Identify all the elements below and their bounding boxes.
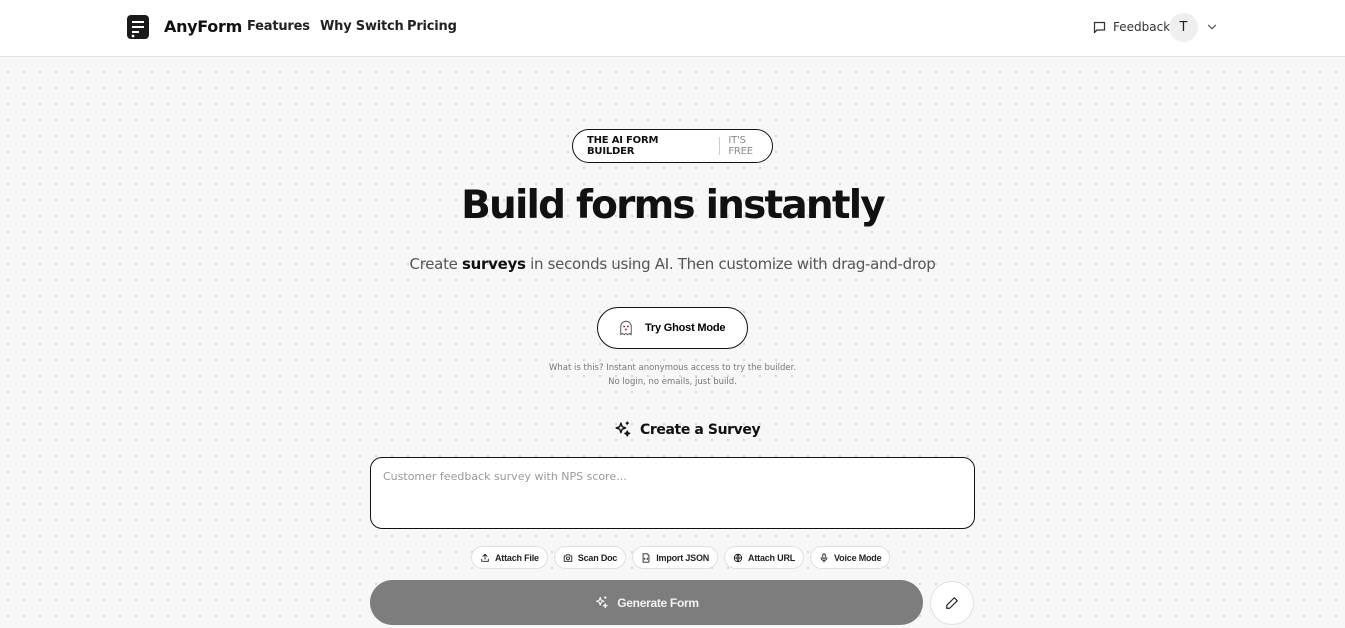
attach-file-button[interactable]: Attach File: [471, 546, 548, 569]
top-navbar: AnyForm Features Why Switch Pricing Feed…: [0, 0, 1345, 57]
attach-file-label: Attach File: [495, 552, 539, 563]
hero-title: Build forms instantly: [461, 183, 886, 228]
nav-link-pricing[interactable]: Pricing: [407, 19, 457, 34]
pencil-icon: [946, 597, 958, 609]
sparkles-icon: [596, 596, 608, 609]
attachment-toolbar: Attach File Scan Doc Import JSON Attach …: [471, 546, 891, 569]
subtitle-before: Create: [409, 255, 463, 273]
survey-prompt-input[interactable]: [370, 457, 975, 529]
feedback-label: Feedback: [1113, 20, 1171, 34]
nav-link-why-switch[interactable]: Why Switch: [320, 19, 404, 34]
generate-form-button[interactable]: Generate Form: [370, 580, 923, 625]
sparkles-icon: [615, 421, 631, 437]
camera-icon: [563, 553, 573, 562]
user-avatar[interactable]: T: [1169, 13, 1198, 42]
badge-divider: [719, 137, 721, 155]
ghost-note-line-1: What is this? Instant anonymous access t…: [548, 363, 797, 373]
attach-url-button[interactable]: Attach URL: [724, 546, 805, 569]
subtitle-highlight: surveys: [462, 255, 526, 273]
document-logo-icon[interactable]: [127, 15, 149, 39]
subtitle-after: in seconds using AI. Then customize with…: [525, 255, 936, 273]
scan-doc-label: Scan Doc: [577, 552, 618, 563]
ghost-mode-note: What is this? Instant anonymous access t…: [0, 361, 1345, 389]
message-square-icon: [1093, 21, 1106, 33]
create-survey-title: Create a Survey: [640, 421, 761, 438]
ghost-button-label: Try Ghost Mode: [645, 322, 726, 334]
badge-secondary-label: IT'S FREE: [728, 135, 753, 157]
ghost-icon: [620, 320, 632, 336]
voice-mode-button[interactable]: Voice Mode: [810, 546, 891, 569]
badge-primary-label: THE AI FORM BUILDER: [587, 135, 659, 157]
hero-subtitle: Create surveys in seconds using AI. Then…: [0, 255, 1345, 273]
feedback-button[interactable]: Feedback: [1092, 18, 1170, 36]
nav-link-features[interactable]: Features: [247, 19, 310, 34]
upload-icon: [481, 553, 489, 562]
try-ghost-mode-button[interactable]: Try Ghost Mode: [597, 307, 748, 349]
mic-icon: [820, 552, 828, 563]
create-survey-heading: Create a Survey: [613, 420, 761, 439]
import-json-label: Import JSON: [656, 552, 710, 563]
voice-mode-label: Voice Mode: [834, 552, 882, 563]
globe-icon: [733, 553, 743, 562]
brand-name[interactable]: AnyForm: [164, 17, 242, 36]
scan-doc-button[interactable]: Scan Doc: [553, 546, 627, 569]
chevron-down-icon[interactable]: [1205, 20, 1219, 34]
file-code-icon: [642, 552, 650, 563]
import-json-button[interactable]: Import JSON: [632, 546, 719, 569]
generate-form-label: Generate Form: [617, 595, 699, 610]
attach-url-label: Attach URL: [748, 552, 796, 563]
manual-edit-button[interactable]: [930, 581, 974, 625]
hero-badge: THE AI FORM BUILDER IT'S FREE: [572, 129, 773, 163]
ghost-note-line-2: No login, no emails, just build.: [608, 377, 737, 387]
